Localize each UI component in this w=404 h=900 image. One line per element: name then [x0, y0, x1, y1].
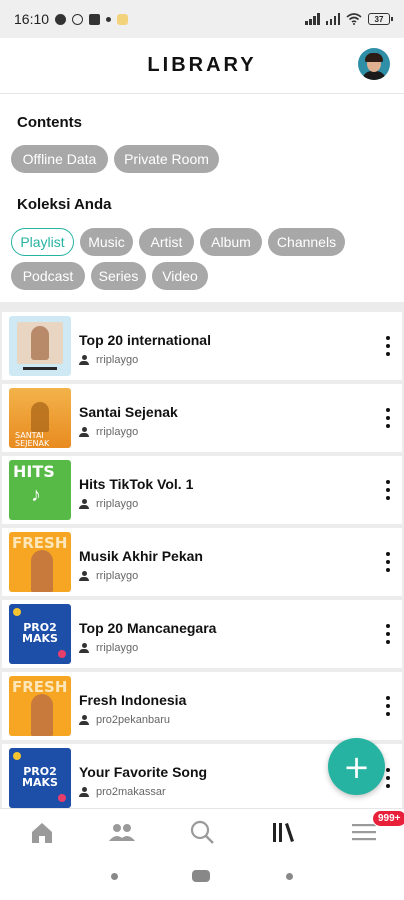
owner-name: rriplaygo [96, 498, 139, 510]
contents-title: Contents [17, 114, 82, 131]
list-item[interactable]: HITS ♪ Hits TikTok Vol. 1 rriplaygo [2, 456, 402, 524]
chip-channels[interactable]: Channels [268, 228, 345, 256]
chip-artist[interactable]: Artist [139, 228, 194, 256]
chip-album[interactable]: Album [200, 228, 262, 256]
playlist-list: Top 20 international rriplaygo SANTAI SE… [0, 308, 404, 808]
chip-playlist[interactable]: Playlist [11, 228, 74, 256]
dot-notification-icon [106, 16, 112, 22]
list-item[interactable]: FRESH Fresh Indonesia pro2pekanbaru [2, 672, 402, 740]
list-item[interactable]: Top 20 international rriplaygo [2, 312, 402, 380]
user-icon [79, 427, 89, 437]
bottom-nav [0, 808, 404, 854]
user-icon [79, 643, 89, 653]
status-bar: 16:10 37 [0, 0, 404, 38]
status-right: 37 [305, 13, 393, 25]
playlist-title: Musik Akhir Pekan [79, 548, 203, 564]
cover-text: SANTAI SEJENAK [15, 431, 50, 448]
battery-icon: 37 [368, 13, 393, 25]
koleksi-chips-row1: Playlist Music Artist Album Channels [11, 228, 345, 256]
playlist-owner: pro2makassar [79, 786, 166, 798]
more-options-icon[interactable] [384, 480, 392, 500]
koleksi-title: Koleksi Anda [17, 196, 112, 213]
chip-offline-data[interactable]: Offline Data [11, 145, 108, 173]
community-icon[interactable] [107, 819, 137, 845]
more-options-icon[interactable] [384, 696, 392, 716]
playlist-owner: rriplaygo [79, 498, 138, 510]
notification-icon [55, 13, 67, 25]
more-options-icon[interactable] [384, 624, 392, 644]
back-button[interactable] [286, 873, 293, 880]
search-icon[interactable] [187, 819, 217, 845]
cover-text: HITS [13, 462, 55, 481]
playlist-cover: SANTAI SEJENAK [9, 388, 71, 448]
playlist-owner: rriplaygo [79, 426, 138, 438]
playlist-title: Hits TikTok Vol. 1 [79, 476, 194, 492]
avatar[interactable] [358, 48, 390, 80]
wifi-icon [346, 13, 362, 25]
add-playlist-button[interactable]: + [328, 738, 385, 795]
chip-series[interactable]: Series [91, 262, 146, 290]
user-icon [79, 499, 89, 509]
chip-video[interactable]: Video [152, 262, 208, 290]
playlist-cover: HITS ♪ [9, 460, 71, 520]
battery-level: 37 [374, 14, 384, 24]
filters-section: Contents Offline Data Private Room Kolek… [0, 94, 404, 302]
chip-private-room[interactable]: Private Room [114, 145, 219, 173]
chip-podcast[interactable]: Podcast [11, 262, 85, 290]
contents-chips: Offline Data Private Room [11, 145, 219, 173]
user-icon [79, 787, 89, 797]
owner-name: pro2makassar [96, 786, 166, 798]
tiktok-icon: ♪ [31, 484, 41, 506]
playlist-title: Santai Sejenak [79, 404, 178, 420]
recent-apps-button[interactable] [111, 873, 118, 880]
playlist-cover: PRO2 MAKS [9, 748, 71, 808]
signal-icon [305, 13, 320, 25]
home-button[interactable] [192, 870, 210, 882]
playlist-cover [9, 316, 71, 376]
more-options-icon[interactable] [384, 408, 392, 428]
cover-text: PRO2 MAKS [22, 765, 58, 789]
playlist-cover: FRESH [9, 532, 71, 592]
list-item[interactable]: PRO2 MAKS Top 20 Mancanegara rriplaygo [2, 600, 402, 668]
cover-text: PRO2 MAKS [22, 621, 58, 645]
more-options-icon[interactable] [384, 768, 392, 788]
owner-name: rriplaygo [96, 354, 139, 366]
playlist-title: Your Favorite Song [79, 764, 208, 780]
more-options-icon[interactable] [384, 552, 392, 572]
user-icon [79, 715, 89, 725]
system-nav [0, 854, 404, 900]
playlist-title: Top 20 international [79, 332, 211, 348]
list-item[interactable]: FRESH Musik Akhir Pekan rriplaygo [2, 528, 402, 596]
playlist-cover: PRO2 MAKS [9, 604, 71, 664]
briefcase-notification-icon [89, 13, 101, 25]
playlist-cover: FRESH [9, 676, 71, 736]
search-notification-icon [72, 13, 84, 25]
owner-name: rriplaygo [96, 570, 139, 582]
home-icon[interactable] [27, 819, 57, 845]
user-icon [79, 571, 89, 581]
list-item[interactable]: SANTAI SEJENAK Santai Sejenak rriplaygo [2, 384, 402, 452]
notification-badge: 999+ [372, 810, 404, 827]
playlist-owner: rriplaygo [79, 570, 138, 582]
more-options-icon[interactable] [384, 336, 392, 356]
owner-name: rriplaygo [96, 642, 139, 654]
playlist-title: Top 20 Mancanegara [79, 620, 217, 636]
owner-name: pro2pekanbaru [96, 714, 171, 726]
status-left: 16:10 [14, 11, 129, 27]
status-time: 16:10 [14, 11, 50, 27]
library-icon[interactable] [269, 819, 299, 845]
page-title: LIBRARY [147, 54, 257, 76]
playlist-owner: rriplaygo [79, 642, 138, 654]
header: LIBRARY [0, 38, 404, 94]
playlist-owner: pro2pekanbaru [79, 714, 170, 726]
chip-music[interactable]: Music [80, 228, 133, 256]
owner-name: rriplaygo [96, 426, 139, 438]
user-icon [79, 355, 89, 365]
playlist-owner: rriplaygo [79, 354, 138, 366]
playlist-title: Fresh Indonesia [79, 692, 187, 708]
koleksi-chips-row2: Podcast Series Video [11, 262, 208, 290]
signal-2-icon [325, 13, 340, 25]
app-notification-icon [117, 13, 129, 25]
